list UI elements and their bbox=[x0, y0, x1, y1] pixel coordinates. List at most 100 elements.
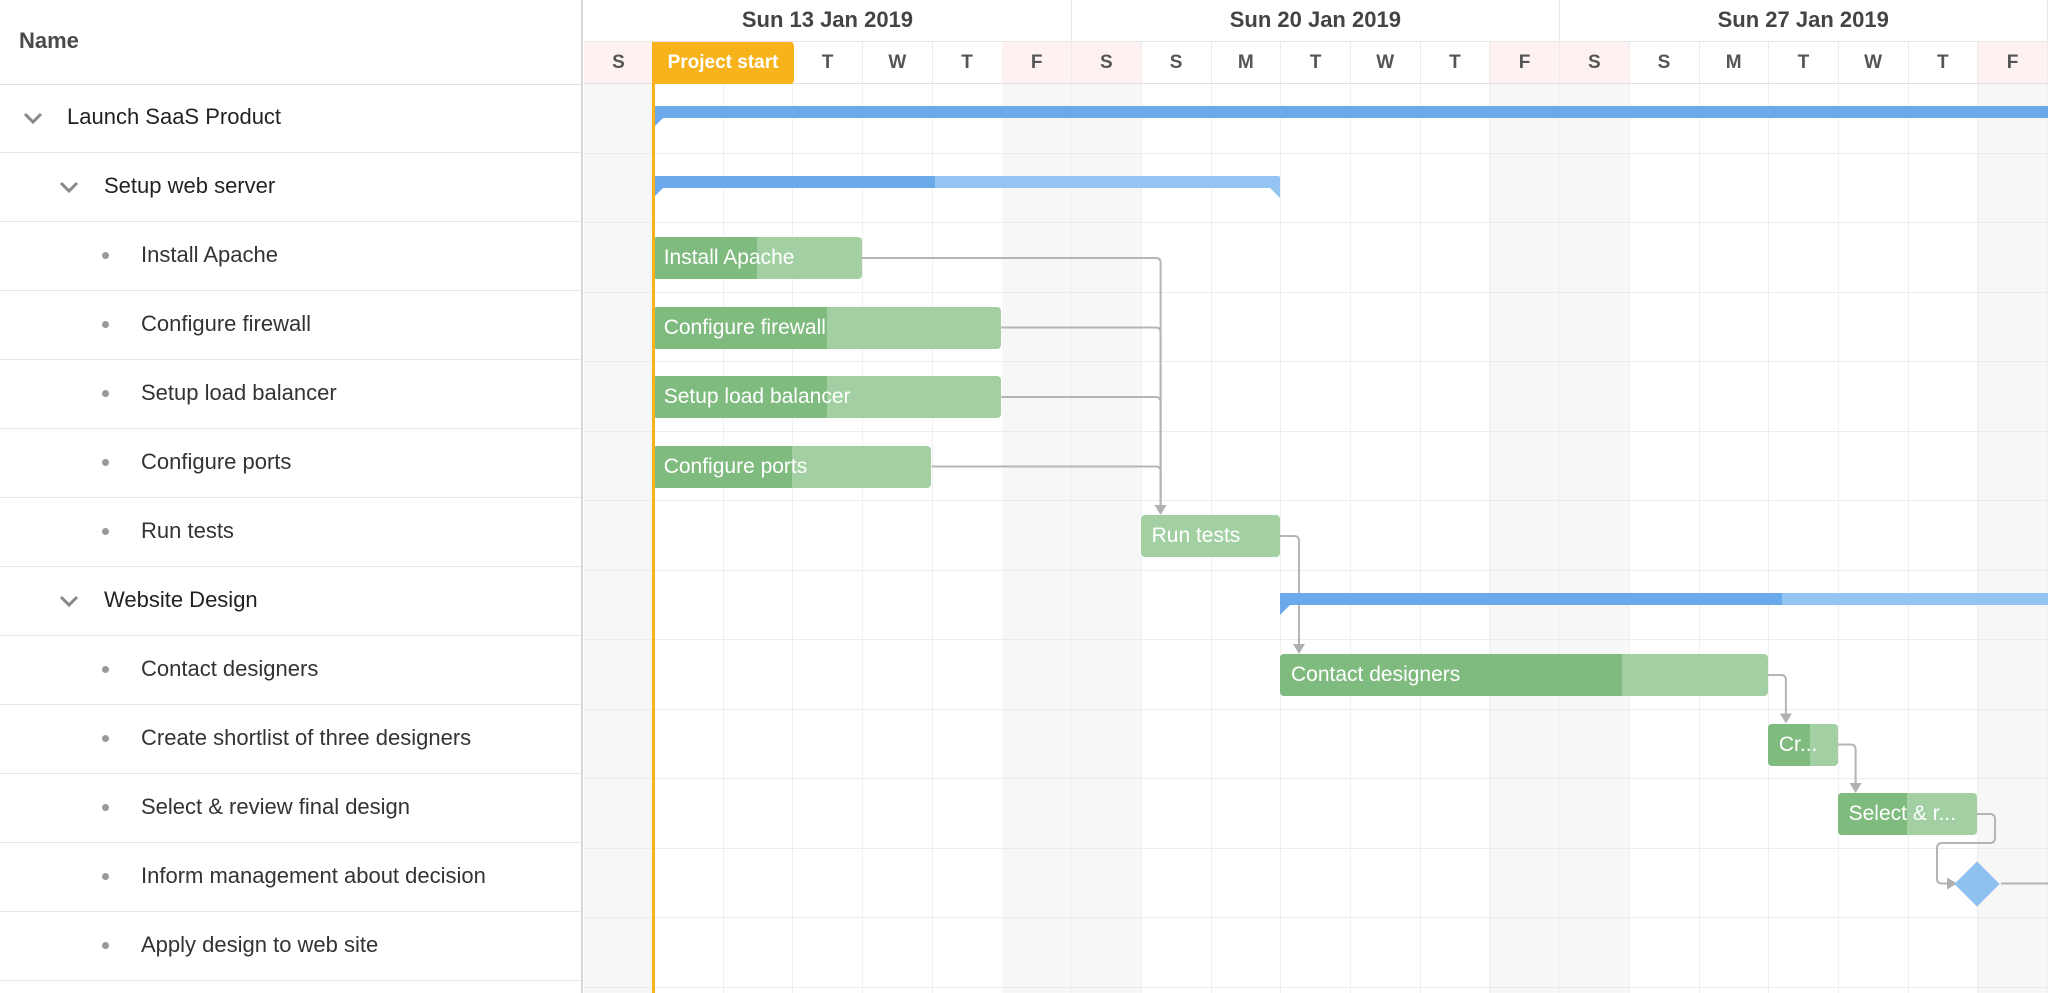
bullet-icon bbox=[102, 321, 109, 328]
task-bar-label: Setup load balancer bbox=[663, 385, 851, 408]
day-header: M bbox=[1211, 42, 1282, 84]
row-divider bbox=[584, 778, 2048, 779]
day-header: T bbox=[1908, 42, 1979, 84]
day-header: T bbox=[932, 42, 1003, 84]
day-column bbox=[1351, 84, 1421, 993]
tree-row-install-apache[interactable]: Install Apache bbox=[0, 222, 581, 291]
day-column bbox=[723, 84, 794, 993]
row-divider bbox=[584, 708, 2048, 710]
bullet-icon bbox=[102, 735, 109, 742]
day-header: F bbox=[1002, 42, 1073, 84]
day-column bbox=[1630, 84, 1700, 993]
task-bar-label: Configure ports bbox=[663, 454, 808, 478]
tree-row-create-shortlist[interactable]: Create shortlist of three designers bbox=[0, 705, 581, 774]
bullet-icon bbox=[102, 873, 109, 880]
task-tree-panel: Name Launch SaaS Product Setup web serve… bbox=[0, 0, 583, 993]
name-column-header[interactable]: Name bbox=[0, 0, 581, 85]
tree-row-configure-firewall[interactable]: Configure firewall bbox=[0, 291, 581, 360]
day-header: T bbox=[1281, 42, 1351, 84]
tree-row-label: Configure firewall bbox=[141, 311, 311, 336]
tree-row-select-review-design[interactable]: Select & review final design bbox=[0, 774, 581, 843]
day-header: S bbox=[1629, 42, 1700, 84]
row-divider bbox=[584, 430, 2048, 432]
tree-row-launch-saas-product[interactable]: Launch SaaS Product bbox=[0, 84, 581, 153]
tree-row-run-tests[interactable]: Run tests bbox=[0, 498, 581, 567]
chevron-down-icon[interactable] bbox=[57, 175, 81, 199]
tree-row-label: Website Design bbox=[104, 587, 258, 612]
task-bar[interactable]: Setup load balancer bbox=[652, 376, 1002, 418]
day-column bbox=[863, 84, 933, 993]
tree-row-label: Install Apache bbox=[141, 242, 278, 267]
day-header: S bbox=[1071, 42, 1142, 84]
row-divider bbox=[584, 222, 2048, 223]
bullet-icon bbox=[102, 804, 109, 811]
task-bar[interactable]: Select & r... bbox=[1837, 793, 1977, 835]
tree-row-setup-web-server[interactable]: Setup web server bbox=[0, 153, 581, 222]
tree-row-label: Apply design to web site bbox=[141, 932, 379, 957]
day-header: T bbox=[1420, 42, 1491, 84]
day-header: F bbox=[1978, 42, 2048, 84]
task-bar[interactable]: Run tests bbox=[1140, 515, 1280, 557]
bullet-icon bbox=[102, 666, 109, 673]
bullet-icon bbox=[102, 942, 109, 949]
bullet-icon bbox=[102, 252, 109, 259]
task-bar-label: Configure firewall bbox=[663, 315, 826, 339]
tree-row-label: Contact designers bbox=[141, 656, 319, 681]
task-bar[interactable]: Configure firewall bbox=[652, 306, 1002, 349]
chevron-down-icon[interactable] bbox=[21, 106, 45, 130]
day-column bbox=[1002, 84, 1073, 993]
tree-row-label: Setup load balancer bbox=[141, 380, 337, 405]
day-header: M bbox=[1699, 42, 1770, 84]
row-divider bbox=[584, 639, 2048, 640]
summary-bar[interactable] bbox=[652, 175, 1280, 198]
task-bar[interactable]: Contact designers bbox=[1280, 654, 1768, 696]
day-column bbox=[1978, 84, 2048, 993]
summary-progress bbox=[652, 175, 935, 188]
day-header: W bbox=[862, 42, 933, 84]
row-divider bbox=[584, 500, 2048, 501]
day-header: S bbox=[1141, 42, 1212, 84]
task-bar[interactable]: Cr... bbox=[1767, 723, 1838, 766]
day-column bbox=[1769, 84, 1839, 993]
row-divider bbox=[584, 986, 2048, 988]
row-divider bbox=[584, 291, 2048, 293]
week-header: Sun 27 Jan 2019 bbox=[1559, 0, 2048, 42]
row-divider bbox=[584, 569, 2048, 571]
day-header: S bbox=[1559, 42, 1630, 84]
tree-row-label: Configure ports bbox=[141, 449, 292, 474]
day-header: S bbox=[584, 42, 654, 84]
chevron-down-icon[interactable] bbox=[57, 589, 81, 613]
bullet-icon bbox=[102, 390, 109, 397]
tree-row-configure-ports[interactable]: Configure ports bbox=[0, 429, 581, 498]
tree-row-inform-management[interactable]: Inform management about decision bbox=[0, 843, 581, 912]
day-column bbox=[584, 84, 654, 993]
gantt-timeline[interactable]: Sun 13 Jan 2019 Sun 20 Jan 2019 Sun 27 Jan… bbox=[584, 0, 2048, 993]
task-bar[interactable]: Configure ports bbox=[652, 445, 932, 488]
summary-tip-left bbox=[1280, 604, 1290, 615]
task-bar[interactable]: Install Apache bbox=[652, 237, 862, 279]
summary-tip-right bbox=[1269, 187, 1280, 198]
task-bar-label: Select & r... bbox=[1848, 802, 1956, 825]
project-start-flag[interactable]: Project start bbox=[652, 42, 794, 84]
project-start-line bbox=[652, 42, 655, 993]
summary-progress bbox=[1280, 592, 1782, 605]
week-header: Sun 20 Jan 2019 bbox=[1071, 0, 1560, 42]
summary-bar[interactable] bbox=[1280, 592, 2048, 615]
tree-row-label: Select & review final design bbox=[141, 794, 411, 819]
day-column bbox=[1071, 84, 1142, 993]
tree-row-label: Run tests bbox=[141, 518, 234, 543]
day-column bbox=[1699, 84, 1770, 993]
summary-bar[interactable] bbox=[652, 106, 2048, 128]
tree-row-setup-load-balancer[interactable]: Setup load balancer bbox=[0, 360, 581, 429]
task-bar-label: Run tests bbox=[1151, 524, 1241, 547]
tree-row-website-design[interactable]: Website Design bbox=[0, 567, 581, 636]
row-divider bbox=[584, 152, 2048, 154]
tree-row-apply-design[interactable]: Apply design to web site bbox=[0, 912, 581, 981]
day-column bbox=[933, 84, 1003, 993]
tree-row-label: Inform management about decision bbox=[141, 863, 486, 888]
tree-row-contact-designers[interactable]: Contact designers bbox=[0, 636, 581, 705]
name-column-label: Name bbox=[19, 28, 79, 53]
row-divider bbox=[584, 917, 2048, 918]
row-divider bbox=[584, 847, 2048, 849]
day-column bbox=[1420, 84, 1491, 993]
